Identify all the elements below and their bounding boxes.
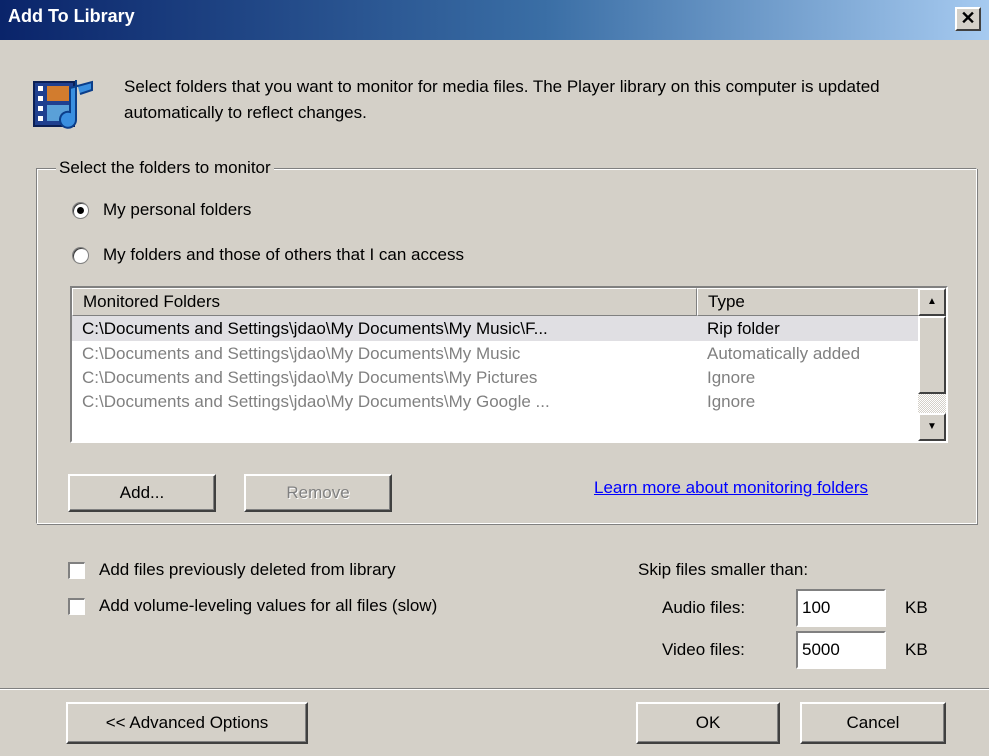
audio-size-input[interactable]: 100 [796, 589, 886, 627]
learn-more-link[interactable]: Learn more about monitoring folders [594, 478, 868, 498]
scroll-down-button[interactable]: ▼ [918, 413, 946, 441]
row-path: C:\Documents and Settings\jdao\My Docume… [82, 319, 548, 338]
column-header-type[interactable]: Type [697, 288, 920, 316]
video-size-input[interactable]: 5000 [796, 631, 886, 669]
remove-button[interactable]: Remove [244, 474, 392, 512]
row-type: Automatically added [707, 344, 861, 363]
add-button[interactable]: Add... [68, 474, 216, 512]
close-icon: ✕ [960, 8, 976, 28]
ok-button[interactable]: OK [636, 702, 780, 744]
checkbox-add-deleted-label: Add files previously deleted from librar… [99, 560, 396, 579]
intro-text: Select folders that you want to monitor … [124, 77, 880, 122]
cancel-button[interactable]: Cancel [800, 702, 946, 744]
column-header-folders[interactable]: Monitored Folders [72, 288, 697, 316]
list-scrollbar[interactable]: ▲ ▼ [918, 288, 946, 441]
checkbox[interactable] [68, 561, 85, 579]
monitored-folders-list[interactable]: Monitored Folders Type C:\Documents and … [70, 286, 948, 443]
row-type: Ignore [707, 368, 756, 387]
video-files-label: Video files: [662, 640, 745, 659]
media-library-icon [32, 72, 102, 136]
radio-others-folders[interactable]: My folders and those of others that I ca… [72, 245, 464, 265]
list-row[interactable]: C:\Documents and Settings\jdao\My Docume… [72, 366, 920, 390]
advanced-options-button[interactable]: << Advanced Options [66, 702, 308, 744]
scroll-thumb[interactable] [918, 316, 946, 394]
list-row[interactable]: C:\Documents and Settings\jdao\My Docume… [72, 316, 920, 341]
row-path: C:\Documents and Settings\jdao\My Docume… [82, 368, 538, 387]
group-legend: Select the folders to monitor [56, 158, 274, 178]
scroll-up-icon: ▲ [927, 296, 937, 307]
scroll-up-button[interactable]: ▲ [918, 288, 946, 316]
scroll-down-icon: ▼ [927, 421, 937, 432]
skip-heading: Skip files smaller than: [638, 560, 809, 579]
row-type: Rip folder [707, 319, 780, 338]
checkbox-volume-leveling[interactable]: Add volume-leveling values for all files… [68, 596, 437, 616]
radio-button[interactable] [72, 246, 89, 264]
radio-personal-label: My personal folders [103, 200, 252, 219]
radio-button-checked[interactable] [72, 201, 89, 219]
radio-personal-folders[interactable]: My personal folders [72, 200, 251, 220]
footer-separator [0, 688, 989, 690]
row-path: C:\Documents and Settings\jdao\My Docume… [82, 392, 550, 411]
video-unit: KB [905, 640, 928, 659]
audio-unit: KB [905, 598, 928, 617]
radio-others-label: My folders and those of others that I ca… [103, 245, 464, 264]
title-bar: Add To Library ✕ [0, 0, 989, 40]
window-title: Add To Library [8, 6, 135, 26]
audio-files-label: Audio files: [662, 598, 746, 617]
list-header: Monitored Folders Type [72, 288, 920, 316]
checkbox-add-deleted[interactable]: Add files previously deleted from librar… [68, 560, 396, 580]
close-button[interactable]: ✕ [955, 7, 981, 31]
list-body: C:\Documents and Settings\jdao\My Docume… [72, 316, 920, 414]
row-path: C:\Documents and Settings\jdao\My Docume… [82, 344, 521, 363]
list-row[interactable]: C:\Documents and Settings\jdao\My Docume… [72, 390, 920, 414]
checkbox-volume-label: Add volume-leveling values for all files… [99, 596, 438, 615]
checkbox[interactable] [68, 597, 85, 615]
row-type: Ignore [707, 392, 756, 411]
list-row[interactable]: C:\Documents and Settings\jdao\My Docume… [72, 341, 920, 366]
